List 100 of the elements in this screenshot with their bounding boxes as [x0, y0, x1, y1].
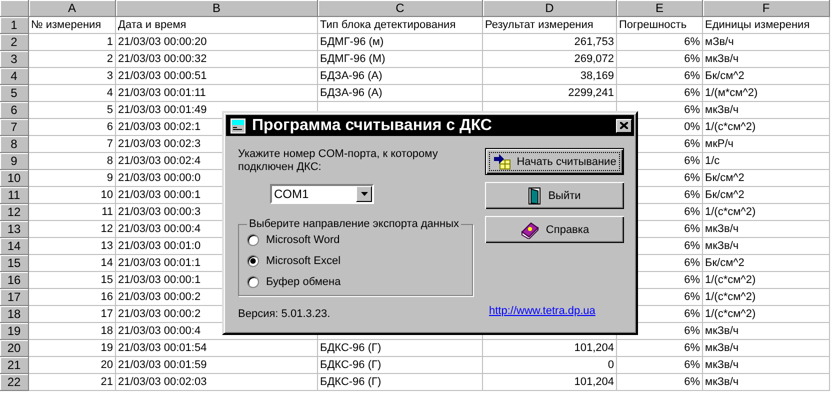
row-header[interactable]: 2 [0, 34, 29, 51]
table-cell: 21/03/03 00:01:54 [116, 340, 318, 357]
table-cell: БДКС-96 (Г) [318, 340, 483, 357]
table-cell: 20 [29, 357, 116, 374]
dropdown-button[interactable] [356, 186, 372, 202]
table-cell: 2 [29, 51, 116, 68]
table-cell: 17 [29, 306, 116, 323]
row-header[interactable]: 15 [0, 255, 29, 272]
row-header[interactable]: 6 [0, 102, 29, 119]
table-cell: 2299,241 [483, 85, 617, 102]
table-cell: 3 [29, 68, 116, 85]
table-cell: 6% [617, 85, 703, 102]
row-header[interactable]: 3 [0, 51, 29, 68]
table-cell: 1/(м*см^2) [703, 85, 830, 102]
row-header[interactable]: 17 [0, 289, 29, 306]
row-header[interactable]: 22 [0, 374, 29, 391]
table-cell: мкЗв/ч [703, 221, 830, 238]
table-cell: мкЗв/ч [703, 323, 830, 340]
table-cell: 6% [617, 34, 703, 51]
table-cell: 18 [29, 323, 116, 340]
row-header[interactable]: 8 [0, 136, 29, 153]
table-cell: 0 [483, 357, 617, 374]
table-cell: мкР/ч [703, 136, 830, 153]
table-cell: 6 [29, 119, 116, 136]
table-cell: 21/03/03 00:01:11 [116, 85, 318, 102]
table-cell: 21/03/03 00:00:51 [116, 68, 318, 85]
table-cell: 261,753 [483, 34, 617, 51]
table-cell: 15 [29, 272, 116, 289]
table-cell: 14 [29, 255, 116, 272]
column-header[interactable]: F [703, 0, 830, 17]
table-cell: БДМГ-96 (м) [318, 34, 483, 51]
website-link[interactable]: http://www.tetra.dp.ua [489, 305, 596, 317]
select-all-corner[interactable] [0, 0, 29, 17]
table-cell: 1/(с*см^2) [703, 306, 830, 323]
column-header[interactable]: E [617, 0, 703, 17]
table-cell: 21/03/03 00:02:03 [116, 374, 318, 391]
table-cell: мкЗв/ч [703, 374, 830, 391]
table-cell: 1/(с*см^2) [703, 272, 830, 289]
start-button[interactable]: Начать считывание [485, 148, 624, 175]
row-header[interactable]: 9 [0, 153, 29, 170]
door-icon [528, 186, 542, 204]
header-cell: Дата и время [116, 17, 318, 34]
row-header[interactable]: 14 [0, 238, 29, 255]
radio-button[interactable] [247, 254, 259, 266]
table-cell: 5 [29, 102, 116, 119]
row-header[interactable]: 18 [0, 306, 29, 323]
table-cell: БДКС-96 (Г) [318, 357, 483, 374]
row-header[interactable]: 16 [0, 272, 29, 289]
row-header[interactable]: 7 [0, 119, 29, 136]
table-cell: 7 [29, 136, 116, 153]
column-header[interactable]: C [318, 0, 483, 17]
header-cell: Тип блока детектирования [318, 17, 483, 34]
table-cell: 4 [29, 85, 116, 102]
row-header[interactable]: 13 [0, 221, 29, 238]
table-cell: мкЗв/ч [703, 340, 830, 357]
row-header[interactable]: 11 [0, 187, 29, 204]
table-cell: 9 [29, 170, 116, 187]
column-header[interactable]: B [116, 0, 318, 17]
table-cell: 101,204 [483, 340, 617, 357]
row-header[interactable]: 4 [0, 68, 29, 85]
import-table-icon [492, 154, 511, 170]
table-cell: 6% [617, 51, 703, 68]
device-icon [230, 118, 246, 134]
table-cell: 13 [29, 238, 116, 255]
table-cell: мкЗв/ч [703, 51, 830, 68]
column-header[interactable]: D [483, 0, 617, 17]
table-cell: 6% [617, 68, 703, 85]
table-cell: 21/03/03 00:01:59 [116, 357, 318, 374]
row-header[interactable]: 10 [0, 170, 29, 187]
row-header[interactable]: 21 [0, 357, 29, 374]
help-button[interactable]: Справка [485, 216, 624, 243]
row-header[interactable]: 20 [0, 340, 29, 357]
close-icon [620, 122, 628, 129]
header-cell: Результат измерения [483, 17, 617, 34]
close-button[interactable] [616, 118, 632, 132]
table-cell: мкЗв/ч [703, 102, 830, 119]
header-cell: Единицы измерения [703, 17, 830, 34]
table-cell: 6% [617, 374, 703, 391]
table-cell: 16 [29, 289, 116, 306]
table-cell: 12 [29, 221, 116, 238]
table-cell: БДМГ-96 (М) [318, 51, 483, 68]
row-header[interactable]: 12 [0, 204, 29, 221]
table-cell: 8 [29, 153, 116, 170]
table-cell: 21/03/03 00:00:20 [116, 34, 318, 51]
table-cell: Бк/см^2 [703, 255, 830, 272]
table-cell: 21 [29, 374, 116, 391]
table-cell: БДЗА-96 (А) [318, 68, 483, 85]
caret-icon [360, 192, 368, 196]
row-header[interactable]: 1 [0, 17, 29, 34]
radio-button[interactable] [247, 276, 259, 288]
radio-button[interactable] [247, 234, 259, 246]
table-cell: мкЗв/ч [703, 357, 830, 374]
exit-button[interactable]: Выйти [485, 182, 624, 209]
table-cell: 10 [29, 187, 116, 204]
row-header[interactable]: 5 [0, 85, 29, 102]
row-header[interactable]: 19 [0, 323, 29, 340]
port-dropdown[interactable]: COM1 [270, 184, 374, 204]
table-cell: 19 [29, 340, 116, 357]
table-cell: 6% [617, 357, 703, 374]
column-header[interactable]: A [29, 0, 116, 17]
